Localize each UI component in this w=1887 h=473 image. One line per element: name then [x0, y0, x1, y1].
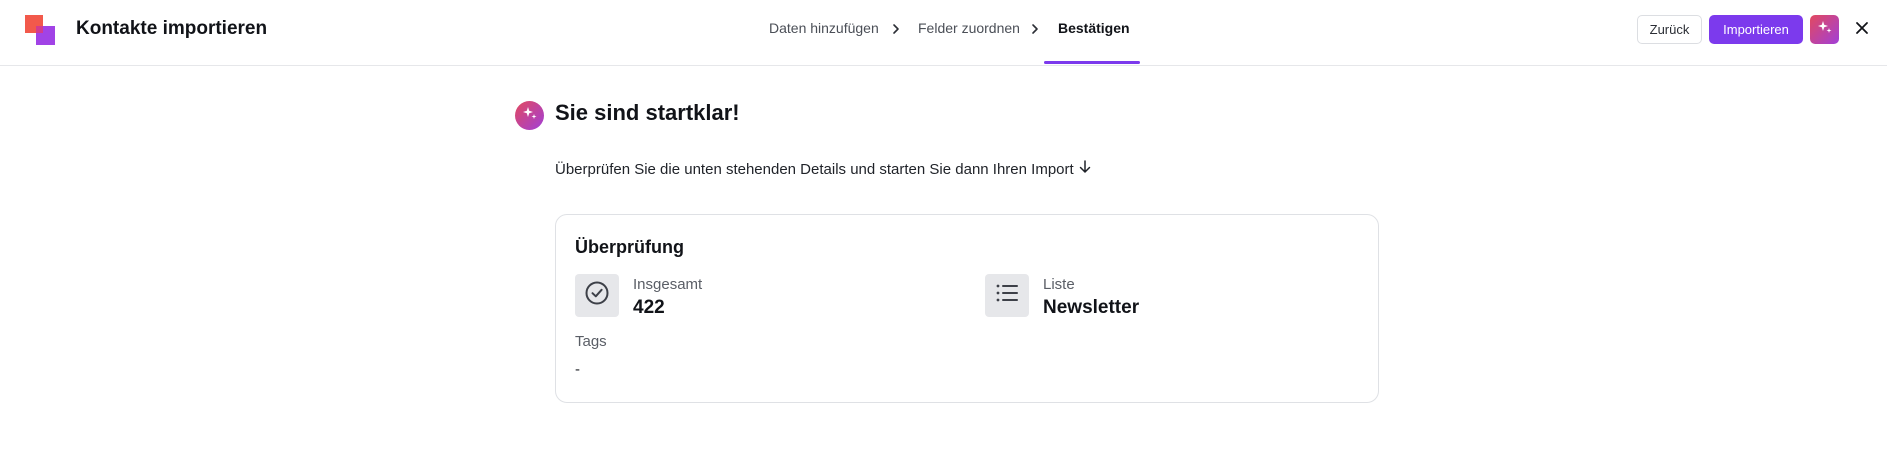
review-instructions-text: Überprüfen Sie die unten stehenden Detai…: [555, 160, 1074, 178]
check-circle-icon: [584, 280, 610, 311]
ready-headline: Sie sind startklar!: [555, 100, 740, 125]
active-step-indicator: [1044, 61, 1140, 64]
sparkles-icon: [522, 105, 538, 126]
sparkles-icon: [1817, 19, 1833, 40]
import-button[interactable]: Importieren: [1709, 15, 1803, 44]
ai-assistant-button[interactable]: [1810, 15, 1839, 44]
tags-value: -: [575, 361, 580, 378]
total-label: Insgesamt: [633, 276, 703, 293]
total-value: 422: [633, 297, 665, 318]
list-value: Newsletter: [1043, 297, 1140, 318]
back-button[interactable]: Zurück: [1637, 15, 1702, 44]
review-card: Überprüfung Insgesamt 422 Liste Newslett…: [555, 214, 1379, 403]
close-icon: [1855, 21, 1869, 40]
review-instructions: Überprüfen Sie die unten stehenden Detai…: [555, 159, 1092, 179]
chevron-right-icon: [1029, 22, 1041, 36]
top-bar: Kontakte importieren Daten hinzufügen Fe…: [0, 0, 1887, 66]
chevron-right-icon: [890, 22, 902, 36]
tags-label: Tags: [575, 333, 607, 350]
list-label: Liste: [1043, 276, 1075, 293]
close-button[interactable]: [1851, 19, 1873, 41]
page-title: Kontakte importieren: [76, 18, 268, 39]
step-felder-zuordnen[interactable]: Felder zuordnen: [918, 20, 1020, 36]
list-stat-icon: [985, 274, 1029, 317]
total-stat-icon: [575, 274, 619, 317]
step-bestaetigen[interactable]: Bestätigen: [1058, 20, 1130, 36]
list-icon: [995, 282, 1019, 309]
brand-logo-icon: [25, 15, 57, 45]
step-daten-hinzufuegen[interactable]: Daten hinzufügen: [769, 20, 879, 36]
ai-avatar: [515, 101, 544, 130]
review-card-title: Überprüfung: [575, 237, 684, 257]
arrow-down-icon: [1078, 159, 1092, 179]
